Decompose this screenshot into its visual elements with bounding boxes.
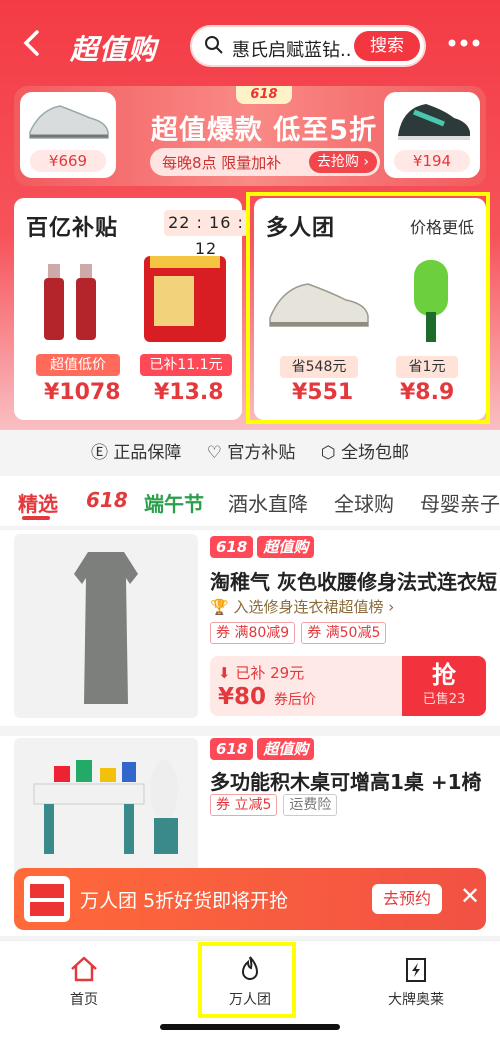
item-badges: 618 超值购: [210, 536, 318, 560]
badge-618: 618: [210, 738, 254, 760]
subsidy-price-2: ¥13.8: [154, 380, 224, 405]
more-dots-icon[interactable]: [446, 30, 482, 50]
promo-banner[interactable]: ¥669 618 超值爆款 低至5折 每晚8点 限量加补 去抢购 › ¥194: [14, 86, 486, 186]
coupon-2: 券 满50减5: [301, 622, 387, 644]
dress-image: [74, 552, 138, 704]
badge-value: 超值购: [257, 738, 315, 760]
banner-right-product[interactable]: ¥194: [384, 92, 480, 178]
highlight-box-group-buy: [246, 192, 490, 424]
group-buy-float-bar[interactable]: 万人团 5折好货即将开抢 去预约 ✕: [14, 868, 486, 930]
buy-bar[interactable]: ⬇ 已补 29元 ¥80 券后价 抢 已售23: [210, 656, 486, 716]
item-title: 淘稚气 灰色收腰修身法式连衣短: [210, 566, 497, 595]
header: 超值购 惠氏启赋蓝钻... 搜索: [0, 18, 500, 74]
serum-bottles-image: [44, 264, 96, 340]
category-tabs: 精选 618 端午节 酒水直降 全球购 母婴亲子: [0, 476, 500, 526]
tab-dragon-boat[interactable]: 端午节: [144, 488, 204, 517]
home-indicator: [160, 1024, 340, 1030]
nav-home-label: 首页: [70, 992, 98, 1008]
search-box[interactable]: 惠氏启赋蓝钻... 搜索: [190, 25, 426, 67]
promise-shipping: ⬡ 全场包邮: [320, 443, 410, 463]
banner-618-badge: 618: [236, 86, 292, 104]
page-logo: 超值购: [70, 33, 158, 66]
tab-featured[interactable]: 精选: [18, 488, 58, 517]
home-icon: [71, 956, 97, 982]
search-input[interactable]: 惠氏启赋蓝钻...: [232, 36, 352, 62]
kids-shoe-image: [398, 104, 470, 140]
nav-home[interactable]: 首页: [34, 955, 134, 1009]
nav-outlet[interactable]: 大牌奥莱: [366, 955, 466, 1009]
toy-table-image: [33, 760, 178, 854]
tab-liquor[interactable]: 酒水直降: [228, 488, 308, 517]
countdown-timer: 22 : 16 : 12: [164, 210, 248, 258]
tab-618[interactable]: 618: [86, 488, 128, 512]
rice-bag-image: [144, 256, 226, 342]
item-brand: 淘稚气: [210, 570, 270, 594]
banner-subtitle: 每晚8点 限量加补: [162, 154, 282, 172]
sold-count: 已售23: [422, 692, 466, 707]
highlight-box-nav: [198, 942, 296, 1018]
after-coupon-price: ¥80 券后价: [218, 684, 317, 710]
coupon-1: 券 立减5: [210, 794, 278, 816]
item-title-text: 灰色收腰修身法式连衣短: [276, 570, 497, 594]
tab-global[interactable]: 全球购: [334, 488, 394, 517]
badge-value: 超值购: [257, 536, 315, 558]
tab-mother-baby[interactable]: 母婴亲子: [420, 488, 500, 517]
promise-authentic: Ⓔ 正品保障: [90, 443, 182, 463]
item2-badges: 618 超值购: [210, 738, 318, 762]
search-button[interactable]: 搜索: [354, 31, 420, 61]
search-icon: [205, 36, 223, 54]
active-tab-indicator: [22, 516, 50, 520]
badge-618: 618: [210, 536, 254, 558]
subsidy-title: 百亿补贴: [26, 216, 119, 241]
subsidy-tag-2: 已补11.1元: [140, 354, 232, 376]
grab-button[interactable]: 抢 已售23: [402, 656, 486, 716]
promise-bar: Ⓔ 正品保障 ♡ 官方补贴 ⬡ 全场包邮: [14, 432, 486, 468]
banner-right-price: ¥194: [394, 150, 470, 172]
item2-title: 多功能积木桌可增高1桌 +1椅: [210, 770, 482, 794]
float-text: 万人团 5折好货即将开抢: [80, 890, 289, 912]
back-arrow-icon[interactable]: [18, 28, 54, 64]
subsidy-amount: ⬇ 已补 29元: [218, 664, 305, 682]
banner-left-price: ¥669: [30, 150, 106, 172]
sneaker-image: [29, 105, 109, 139]
promise-official: ♡ 官方补贴: [206, 443, 296, 463]
subsidy-card[interactable]: 百亿补贴 22 : 16 : 12 超值低价 ¥1078 已补11.1元 ¥13…: [14, 198, 248, 420]
shipping-insurance: 运费险: [283, 794, 338, 816]
banner-subtitle-bar: 每晚8点 限量加补 去抢购 ›: [150, 148, 380, 176]
item-coupons: 券 满80减9 券 满50减5: [210, 622, 392, 644]
close-icon[interactable]: ✕: [460, 882, 480, 910]
dress-thumbnail[interactable]: [14, 534, 198, 718]
product-item-dress[interactable]: 618 超值购 淘稚气 灰色收腰修身法式连衣短 🏆 入选修身连衣裙超值榜 › 券 …: [0, 530, 500, 726]
item-rank[interactable]: 🏆 入选修身连衣裙超值榜 ›: [210, 596, 394, 617]
item2-coupons: 券 立减5 运费险: [210, 794, 343, 816]
subsidy-price-1: ¥1078: [44, 380, 121, 405]
float-product-thumb: [24, 876, 70, 922]
banner-cta-button[interactable]: 去抢购 ›: [308, 151, 377, 173]
coupon-1: 券 满80减9: [210, 622, 296, 644]
reserve-button[interactable]: 去预约: [372, 884, 442, 914]
nav-outlet-label: 大牌奥莱: [388, 992, 444, 1008]
banner-left-product[interactable]: ¥669: [20, 92, 116, 178]
subsidy-tag-1: 超值低价: [36, 354, 120, 376]
banner-title: 超值爆款 低至5折: [150, 115, 378, 146]
bolt-bag-icon: [406, 958, 426, 982]
grab-label: 抢: [432, 661, 456, 689]
rank-text: 入选修身连衣裙超值榜 ›: [233, 598, 395, 616]
